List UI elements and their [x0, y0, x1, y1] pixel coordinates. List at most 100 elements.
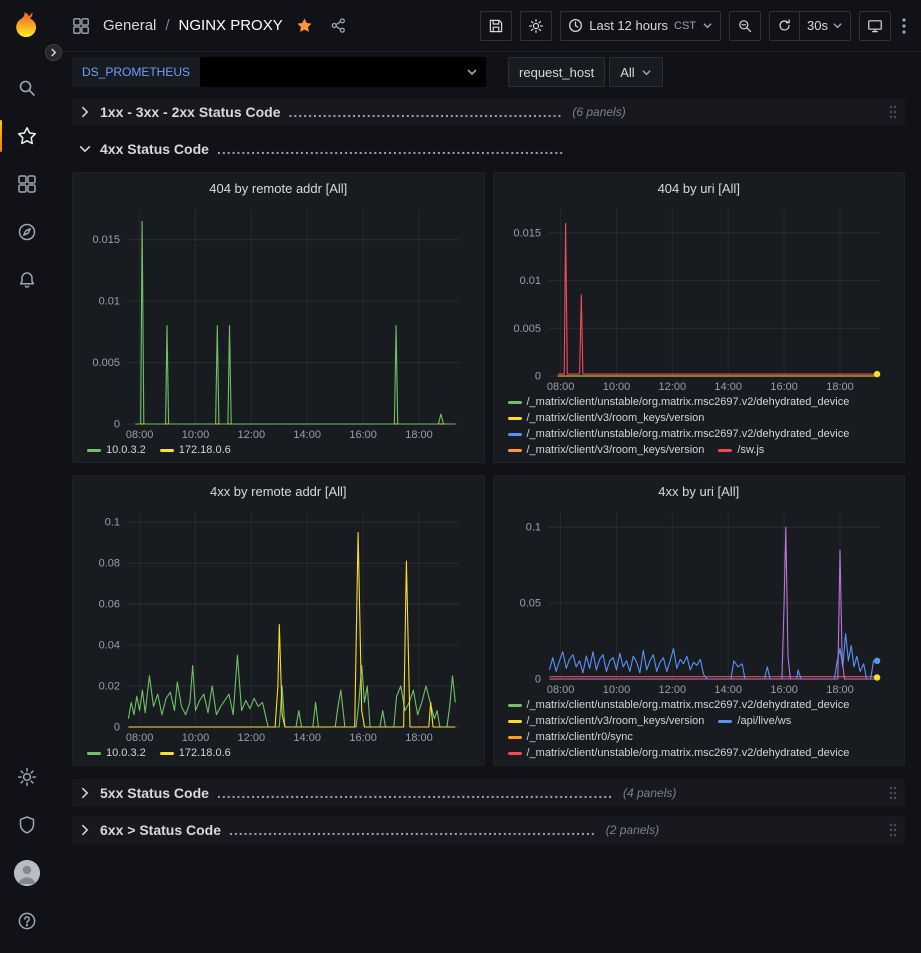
star-icon	[17, 126, 37, 146]
legend-item[interactable]: 10.0.3.2	[87, 747, 146, 759]
sidebar-item-starred[interactable]	[0, 112, 54, 160]
chevron-down-icon	[832, 20, 843, 31]
legend-item[interactable]: /_matrix/client/unstable/org.matrix.msc2…	[508, 396, 850, 408]
refresh-icon	[777, 18, 792, 33]
active-indicator	[0, 120, 2, 152]
dashboard-title[interactable]: NGINX PROXY	[179, 17, 283, 34]
dashboard-settings-button[interactable]	[520, 11, 552, 41]
legend-item[interactable]: /_matrix/client/v3/room_keys/version	[508, 412, 705, 424]
time-range-picker[interactable]: Last 12 hours CST	[560, 11, 721, 41]
legend-swatch	[508, 417, 522, 420]
svg-text:14:00: 14:00	[293, 732, 321, 744]
legend-item[interactable]: /_matrix/client/unstable/org.matrix.msc2…	[508, 747, 850, 759]
svg-text:18:00: 18:00	[826, 684, 854, 696]
svg-text:0.015: 0.015	[92, 234, 120, 246]
datasource-variable-label: DS_PROMETHEUS	[72, 57, 200, 87]
compass-explore-icon	[17, 222, 37, 242]
save-dashboard-button[interactable]	[480, 11, 512, 41]
sidebar-item-alerting[interactable]	[0, 256, 54, 304]
sidebar-expand-button[interactable]	[45, 44, 62, 61]
legend-item[interactable]: /api/live/ws	[718, 715, 791, 727]
legend-label: /sw.js	[737, 444, 764, 456]
svg-text:0.1: 0.1	[525, 522, 540, 534]
legend-item[interactable]: 172.18.0.6	[160, 747, 231, 759]
grafana-logo[interactable]	[10, 8, 44, 42]
dashboard-grid-icon	[68, 13, 94, 39]
row-drag-handle[interactable]	[889, 105, 897, 119]
row-1xx-3xx-2xx-status-code[interactable]: 1xx - 3xx - 2xx Status Code ............…	[72, 98, 905, 126]
legend-swatch	[160, 449, 174, 452]
legend-item[interactable]: /_matrix/client/v3/room_keys/version	[508, 715, 705, 727]
sidebar-nav	[0, 64, 54, 304]
breadcrumb-separator: /	[165, 17, 169, 34]
gear-icon	[528, 18, 544, 34]
gear-settings-icon	[17, 767, 37, 787]
breadcrumb-folder[interactable]: General	[103, 17, 156, 34]
sidebar-item-search[interactable]	[0, 64, 54, 112]
panel-title[interactable]: 404 by uri [All]	[504, 177, 895, 201]
refresh-interval-dropdown[interactable]: 30s	[799, 12, 850, 40]
dashboard-header: General / NGINX PROXY	[54, 0, 921, 52]
legend-item[interactable]: /_matrix/client/unstable/org.matrix.msc2…	[508, 428, 850, 440]
sidebar-item-server-admin[interactable]	[0, 801, 54, 849]
legend-item[interactable]: /_matrix/client/v3/room_keys/version	[508, 444, 705, 456]
legend-label: /_matrix/client/unstable/org.matrix.msc2…	[527, 699, 850, 711]
svg-text:10:00: 10:00	[602, 381, 630, 393]
datasource-variable-select[interactable]	[200, 57, 486, 87]
svg-text:0.04: 0.04	[99, 640, 120, 652]
timeseries-chart[interactable]: 00.020.040.060.080.108:0010:0012:0014:00…	[83, 504, 474, 744]
request-host-variable: request_host All	[508, 57, 663, 87]
legend-item[interactable]: /_matrix/client/unstable/org.matrix.msc2…	[508, 699, 850, 711]
refresh-button[interactable]	[770, 12, 799, 40]
zoom-out-time-button[interactable]	[729, 11, 761, 41]
row-panel-count: (6 panels)	[572, 105, 625, 119]
panel-title[interactable]: 4xx by remote addr [All]	[83, 480, 474, 504]
panel-4xx-by-uri: 4xx by uri [All] 00.050.108:0010:0012:00…	[493, 475, 906, 766]
svg-text:14:00: 14:00	[714, 684, 742, 696]
row-drag-handle[interactable]	[889, 823, 897, 837]
row-title: 1xx - 3xx - 2xx Status Code	[100, 104, 281, 120]
timeseries-chart[interactable]: 00.0050.010.01508:0010:0012:0014:0016:00…	[83, 201, 474, 441]
more-options-button[interactable]	[899, 14, 909, 38]
row-4xx-status-code[interactable]: 4xx Status Code ........................…	[72, 135, 905, 163]
row-5xx-status-code[interactable]: 5xx Status Code ........................…	[72, 779, 905, 807]
row-panel-count: (4 panels)	[623, 786, 676, 800]
request-host-variable-value: All	[620, 65, 634, 80]
sidebar-item-dashboards[interactable]	[0, 160, 54, 208]
legend: 10.0.3.2 172.18.0.6	[83, 441, 474, 456]
share-icon	[330, 17, 347, 34]
row-title: 6xx > Status Code	[100, 822, 221, 838]
legend-label: /_matrix/client/unstable/org.matrix.msc2…	[527, 747, 850, 759]
row-drag-handle[interactable]	[889, 786, 897, 800]
legend-swatch	[508, 433, 522, 436]
timeseries-chart[interactable]: 00.050.108:0010:0012:0014:0016:0018:00	[504, 504, 895, 696]
timeseries-chart[interactable]: 00.0050.010.01508:0010:0012:0014:0016:00…	[504, 201, 895, 393]
legend-label: 10.0.3.2	[106, 444, 146, 456]
chevron-right-icon	[78, 823, 92, 837]
legend-item[interactable]: 10.0.3.2	[87, 444, 146, 456]
kebab-menu-icon	[902, 18, 906, 34]
panel-404-by-remote-addr: 404 by remote addr [All] 00.0050.010.015…	[72, 172, 485, 463]
tv-mode-button[interactable]	[859, 11, 891, 41]
sidebar-item-help[interactable]	[0, 897, 54, 945]
svg-text:0.05: 0.05	[519, 598, 540, 610]
panel-title[interactable]: 4xx by uri [All]	[504, 480, 895, 504]
panel-title[interactable]: 404 by remote addr [All]	[83, 177, 474, 201]
sidebar-item-settings[interactable]	[0, 753, 54, 801]
legend-item[interactable]: 172.18.0.6	[160, 444, 231, 456]
legend-label: /_matrix/client/v3/room_keys/version	[527, 412, 705, 424]
share-button[interactable]	[326, 13, 351, 38]
svg-text:16:00: 16:00	[770, 684, 798, 696]
legend-swatch	[508, 401, 522, 404]
legend-item[interactable]: /_matrix/client/r0/sync	[508, 731, 633, 743]
chevron-down-icon	[466, 66, 478, 78]
sidebar	[0, 0, 54, 953]
legend-item[interactable]: /sw.js	[718, 444, 764, 456]
sidebar-item-explore[interactable]	[0, 208, 54, 256]
clock-icon	[568, 18, 583, 33]
row-6xx-status-code[interactable]: 6xx > Status Code ......................…	[72, 816, 905, 844]
svg-text:08:00: 08:00	[126, 429, 154, 441]
request-host-variable-select[interactable]: All	[609, 57, 662, 87]
favorite-star-button[interactable]	[292, 13, 317, 38]
sidebar-item-profile[interactable]	[0, 849, 54, 897]
